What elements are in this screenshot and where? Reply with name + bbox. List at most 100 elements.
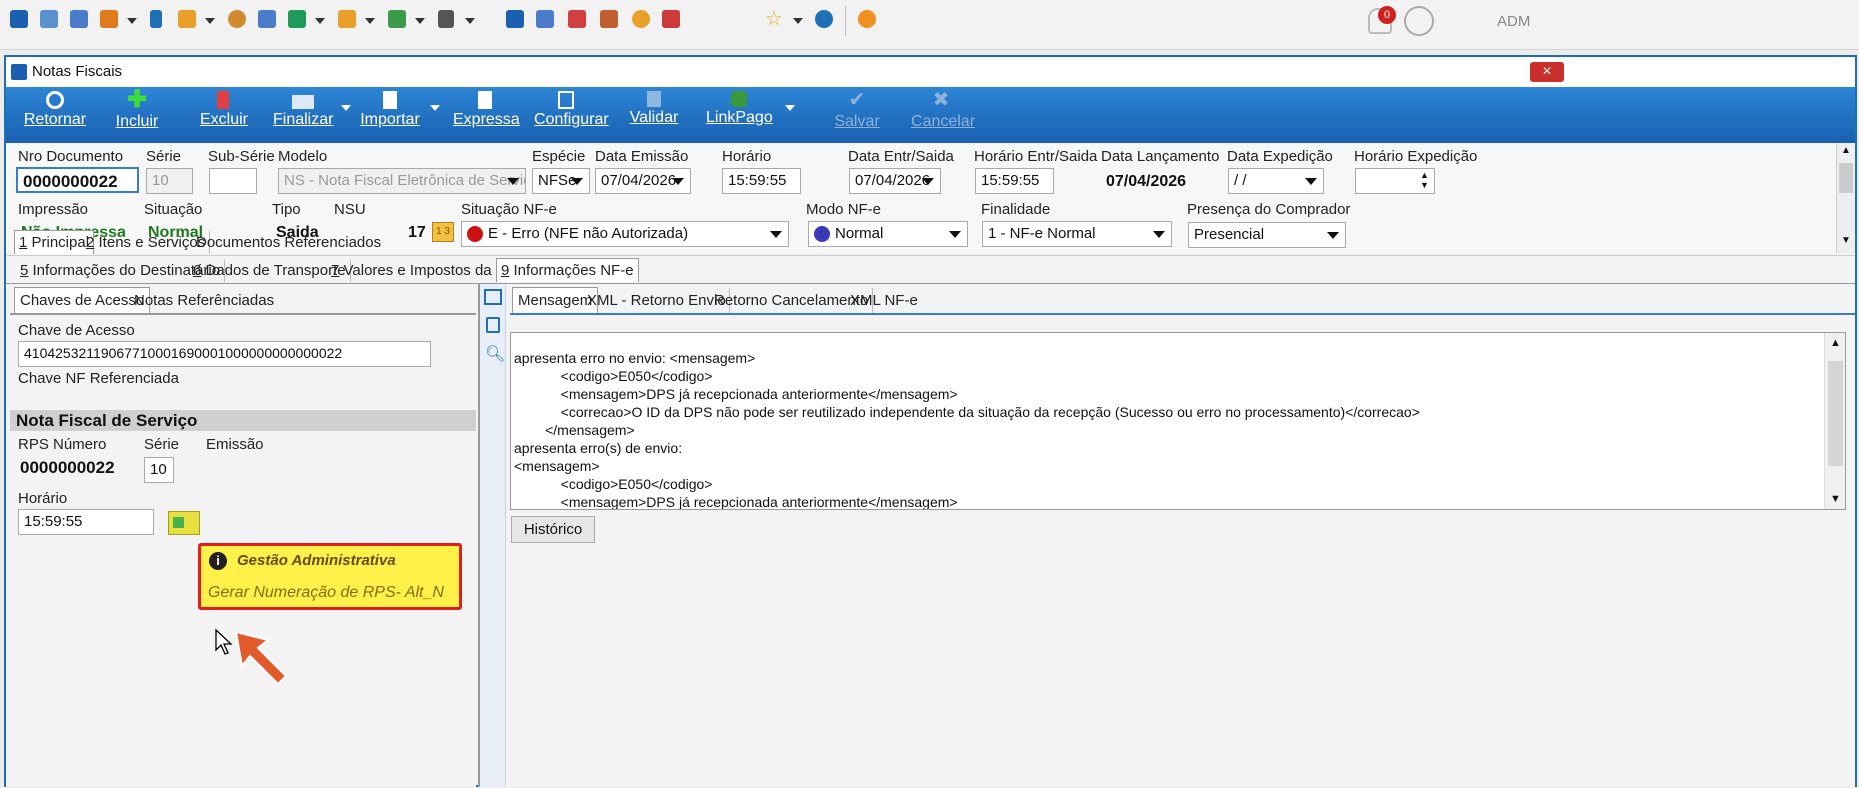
message-line: <codigo>E050</codigo> <box>514 368 713 384</box>
subserie-input[interactable] <box>209 168 257 194</box>
configurar-button[interactable]: Configurar <box>534 91 609 139</box>
message-scrollbar[interactable]: ▲ ▼ <box>1824 333 1845 509</box>
finalizar-dropdown-icon[interactable] <box>341 105 351 111</box>
panel-toggle-icon[interactable] <box>484 289 502 305</box>
data-emissao-picker[interactable]: 07/04/2026 <box>595 168 691 194</box>
horario-input[interactable]: 15:59:55 <box>722 168 801 194</box>
printer-icon[interactable] <box>438 10 454 28</box>
check-icon: ✔ <box>848 89 866 111</box>
calendar-grid-icon[interactable] <box>506 10 524 28</box>
rps-value: 0000000022 <box>20 458 115 477</box>
salvar-button[interactable]: ✔ Salvar <box>834 89 880 139</box>
sit-nfe-select[interactable]: E - Erro (NFE não Autorizada) <box>461 221 789 247</box>
scroll-thumb[interactable] <box>1828 361 1843 466</box>
importar-button[interactable]: Importar <box>356 91 424 139</box>
tab-notas-referenciadas[interactable]: Notas Referênciadas <box>130 288 278 313</box>
rps-horario-input[interactable]: 15:59:55 <box>18 509 154 535</box>
tab-xml-nfe[interactable]: XML NF-e <box>846 288 922 313</box>
sit-nfe-value: E - Erro (NFE não Autorizada) <box>488 225 689 242</box>
calculator-icon[interactable] <box>536 10 554 28</box>
number-icon <box>173 517 184 528</box>
chart-icon[interactable] <box>40 10 58 28</box>
calendar-icon[interactable] <box>568 10 586 28</box>
tooltip-title: Gestão Administrativa <box>237 552 396 569</box>
serie-input[interactable]: 10 <box>146 168 193 194</box>
finalidade-select[interactable]: 1 - NF-e Normal <box>982 221 1172 247</box>
message-line: <mensagem>DPS já recepcionada anteriorme… <box>514 386 958 402</box>
bank-icon[interactable] <box>258 10 276 28</box>
person-icon[interactable] <box>228 10 246 28</box>
presenca-select[interactable]: Presencial <box>1188 222 1346 248</box>
info-icon[interactable] <box>815 10 833 28</box>
data-emissao-label: Data Emissão <box>595 148 689 165</box>
expressa-button[interactable]: Expressa <box>453 91 520 139</box>
finalizar-button[interactable]: Finalizar <box>273 91 333 139</box>
modo-nfe-select[interactable]: Normal <box>808 221 968 247</box>
app-icon[interactable] <box>10 10 28 28</box>
nsu-counter-icon[interactable]: 1 3 <box>432 222 454 242</box>
settings-doc-icon <box>558 91 574 109</box>
historico-button[interactable]: Histórico <box>511 516 595 543</box>
tooltip: i Gestão Administrativa Gerar Numeração … <box>198 543 462 610</box>
nro-documento-label: Nro Documento <box>18 148 124 165</box>
star-icon[interactable]: ☆ <box>765 6 783 31</box>
tab-itens-servicos[interactable]: 2 Itens e Serviços <box>82 231 211 254</box>
linkpago-dropdown-icon[interactable] <box>785 105 795 111</box>
tab-documentos-referenciados[interactable]: Documentos Referenciados <box>192 231 385 254</box>
tab-xml-retorno-envio[interactable]: XML - Retorno Envio <box>584 288 730 313</box>
importar-dropdown-icon[interactable] <box>430 105 440 111</box>
clipboard-icon[interactable] <box>486 317 500 333</box>
retornar-button[interactable]: Retornar <box>20 91 90 139</box>
gerar-rps-button[interactable] <box>168 511 200 535</box>
pointer-arrow-icon <box>234 630 288 686</box>
data-entr-picker[interactable]: 07/04/2026 <box>849 168 941 194</box>
scroll-down-icon[interactable]: ▼ <box>1830 493 1841 505</box>
truck-icon[interactable] <box>388 10 406 28</box>
search-icon[interactable]: 🔍︎ <box>485 344 505 364</box>
taskbar: ☆ 0 ADM <box>0 0 1859 50</box>
modo-nfe-value: Normal <box>835 225 884 242</box>
report-icon[interactable] <box>662 10 680 28</box>
cancelar-button[interactable]: ✖ Cancelar <box>911 90 975 139</box>
lock-icon[interactable] <box>632 10 650 28</box>
tab-informacoes-nfe[interactable]: 9 Informações NF-e <box>496 258 639 282</box>
scroll-up-icon[interactable]: ▲ <box>1841 145 1851 156</box>
validar-button[interactable]: Validar <box>626 91 682 139</box>
subserie-label: Sub-Série <box>208 148 275 165</box>
box-icon[interactable] <box>338 10 356 28</box>
mouse-cursor-icon <box>215 628 233 655</box>
especie-select[interactable]: NFSe <box>532 168 590 194</box>
data-exp-picker[interactable]: / / <box>1228 168 1324 194</box>
window-close-button[interactable]: × <box>1530 62 1564 82</box>
schedule-icon[interactable] <box>600 10 618 28</box>
incluir-button[interactable]: ✚ Incluir <box>114 88 160 139</box>
message-line: <mensagem>DPS já recepcionada anteriorme… <box>514 494 958 510</box>
data-lanc-label: Data Lançamento <box>1101 148 1220 165</box>
rps-emissao-label: Emissão <box>206 436 264 453</box>
header-scrollbar[interactable]: ▲ ▼ <box>1836 143 1855 253</box>
scroll-down-icon[interactable]: ▼ <box>1841 235 1851 246</box>
right-panel: 🔍︎ Mensagem XML - Retorno Envio Retorno … <box>480 284 1855 787</box>
money-bag-icon <box>731 91 747 107</box>
hierarchy-icon[interactable] <box>100 10 118 28</box>
sit-nfe-label: Situação NF-e <box>461 201 557 218</box>
chave-acesso-input[interactable]: 4104253211906771000169000100000000000002… <box>18 341 431 367</box>
power-icon[interactable] <box>858 10 876 28</box>
document-icon[interactable] <box>150 10 162 28</box>
scroll-thumb[interactable] <box>1839 163 1853 193</box>
tools-icon[interactable] <box>178 10 196 28</box>
especie-label: Espécie <box>532 148 586 165</box>
cart-icon[interactable] <box>288 10 306 28</box>
card-icon[interactable] <box>70 10 88 28</box>
excluir-button[interactable]: Excluir <box>200 91 248 139</box>
separator <box>6 255 1855 256</box>
scroll-up-icon[interactable]: ▲ <box>1830 337 1841 349</box>
user-avatar-icon[interactable] <box>1404 6 1434 36</box>
rps-serie-input[interactable]: 10 <box>144 457 174 483</box>
horario-entr-input[interactable]: 15:59:55 <box>975 168 1054 194</box>
nro-documento-input[interactable]: 0000000022 <box>16 167 139 193</box>
linkpago-button[interactable]: LinkPago <box>706 91 773 139</box>
modelo-select[interactable]: NS - Nota Fiscal Eletrônica de Serviço <box>278 168 526 194</box>
message-box[interactable]: apresenta erro no envio: <mensagem> <cod… <box>510 332 1846 510</box>
horario-exp-spinner[interactable]: ▲ ▼ <box>1420 170 1429 190</box>
